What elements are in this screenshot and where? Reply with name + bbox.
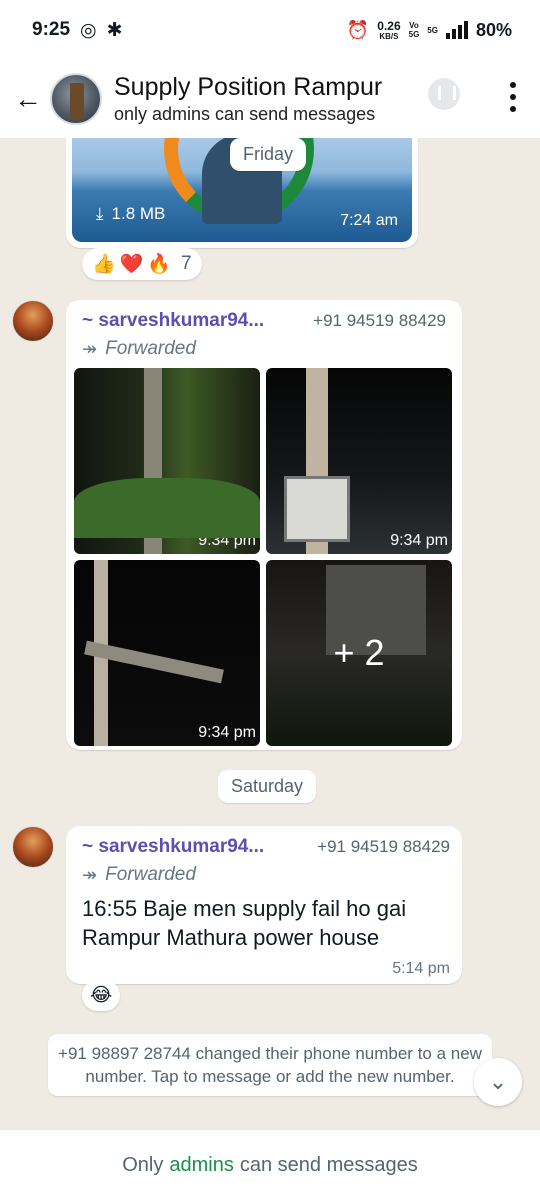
message-time: 7:24 am: [340, 212, 398, 229]
reaction-laughing: 😂: [90, 985, 113, 1006]
status-time: 9:25: [32, 19, 71, 40]
read-only-footer: Only admins can send messages: [0, 1130, 540, 1200]
group-avatar[interactable]: [50, 73, 102, 125]
text-message[interactable]: ~ sarveshkumar94... +91 94519 88429 ↠ Fo…: [66, 826, 462, 984]
reactions-bar[interactable]: 👍 ❤️ 🔥 7: [82, 248, 202, 280]
chat-messages[interactable]: ⤓ 1.8 MB 7:24 am Friday 👍 ❤️ 🔥 7 ~ sarve…: [0, 138, 540, 1130]
forward-icon: ↠: [82, 864, 98, 885]
system-message[interactable]: +91 98897 28744 changed their phone numb…: [48, 1034, 492, 1096]
arrow-left-icon[interactable]: ←: [8, 83, 48, 115]
image-time: 9:34 pm: [198, 532, 256, 549]
forward-icon: ↠: [82, 338, 98, 359]
file-size: 1.8 MB: [111, 204, 166, 223]
message-body: 16:55 Baje men supply fail ho gai Rampur…: [82, 894, 450, 952]
volte-top: Vo: [409, 21, 419, 30]
album-image-2[interactable]: 9:34 pm: [266, 368, 452, 554]
network-type-label: 5G: [427, 25, 438, 35]
footer-suffix: can send messages: [239, 1153, 418, 1176]
group-subtitle: only admins can send messages: [114, 104, 376, 124]
sender-phone: +91 94519 88429: [313, 311, 446, 330]
download-button[interactable]: ⤓ 1.8 MB: [96, 204, 165, 224]
forwarded-label: ↠ Forwarded: [82, 338, 456, 360]
network-speed: 0.26 KB/S: [377, 20, 400, 41]
scroll-to-bottom-button[interactable]: ⌄: [474, 1058, 522, 1106]
sender-phone: +91 94519 88429: [317, 837, 450, 856]
album-image-1[interactable]: 9:34 pm: [74, 368, 260, 554]
more-options-icon[interactable]: [510, 82, 516, 112]
message-line-2: Rampur Mathura power house: [82, 925, 380, 950]
forwarded-text: Forwarded: [105, 864, 196, 885]
speed-value: 0.26: [377, 18, 401, 33]
admins-link[interactable]: admins: [169, 1154, 233, 1177]
chevron-double-down-icon: ⌄: [488, 1069, 508, 1094]
volte-indicator: Vo 5G: [409, 21, 420, 39]
message-time: 5:14 pm: [392, 960, 450, 977]
date-chip-friday: Friday: [230, 138, 307, 171]
footer-prefix: Only: [122, 1153, 164, 1176]
date-chip-saturday: Saturday: [218, 770, 317, 803]
signal-icon: [445, 21, 468, 39]
voice-chat-icon[interactable]: [428, 78, 460, 110]
whatsapp-status-icon: ◎: [80, 19, 97, 41]
sender-avatar[interactable]: [12, 826, 54, 868]
sender-avatar[interactable]: [12, 300, 54, 342]
image-time: 9:34 pm: [390, 532, 448, 549]
forwarded-text: Forwarded: [105, 338, 196, 359]
album-image-3[interactable]: 9:34 pm: [74, 560, 260, 746]
battery-level: 80%: [475, 19, 512, 40]
alarm-icon: ⏰: [346, 19, 370, 40]
network-type: 5G: [427, 26, 438, 35]
album-image-more[interactable]: + 2: [266, 560, 452, 746]
message-line-1: 16:55 Baje men supply fail ho gai: [82, 896, 407, 921]
sender-name[interactable]: ~ sarveshkumar94...: [82, 310, 264, 332]
speed-unit: KB/S: [379, 31, 399, 41]
reactions-bar[interactable]: 😂: [82, 980, 121, 1011]
volte-bottom: 5G: [408, 30, 420, 39]
forwarded-label: ↠ Forwarded: [82, 864, 450, 886]
image-grid: 9:34 pm 9:34 pm 9:34 pm + 2: [74, 368, 456, 746]
status-bar: 9:25 ◎ ✱ ⏰ 0.26 KB/S Vo 5G 5G 80%: [0, 0, 540, 60]
reaction-fire: 🔥: [147, 254, 172, 275]
group-title: Supply Position Rampur: [114, 73, 383, 101]
reaction-thumbs-up: 👍: [92, 254, 116, 275]
reaction-count: 7: [181, 253, 192, 274]
more-images-count: + 2: [266, 560, 452, 746]
sender-name[interactable]: ~ sarveshkumar94...: [82, 836, 264, 858]
image-time: 9:34 pm: [198, 724, 256, 741]
group-info[interactable]: Supply Position Rampur only admins can s…: [114, 73, 382, 125]
chat-header: ← Supply Position Rampur only admins can…: [0, 60, 540, 138]
person-status-icon: ✱: [106, 19, 123, 41]
download-icon: ⤓: [96, 204, 104, 223]
album-message[interactable]: ~ sarveshkumar94... +91 94519 88429 ↠ Fo…: [66, 300, 462, 750]
reaction-heart: ❤️: [119, 254, 144, 275]
